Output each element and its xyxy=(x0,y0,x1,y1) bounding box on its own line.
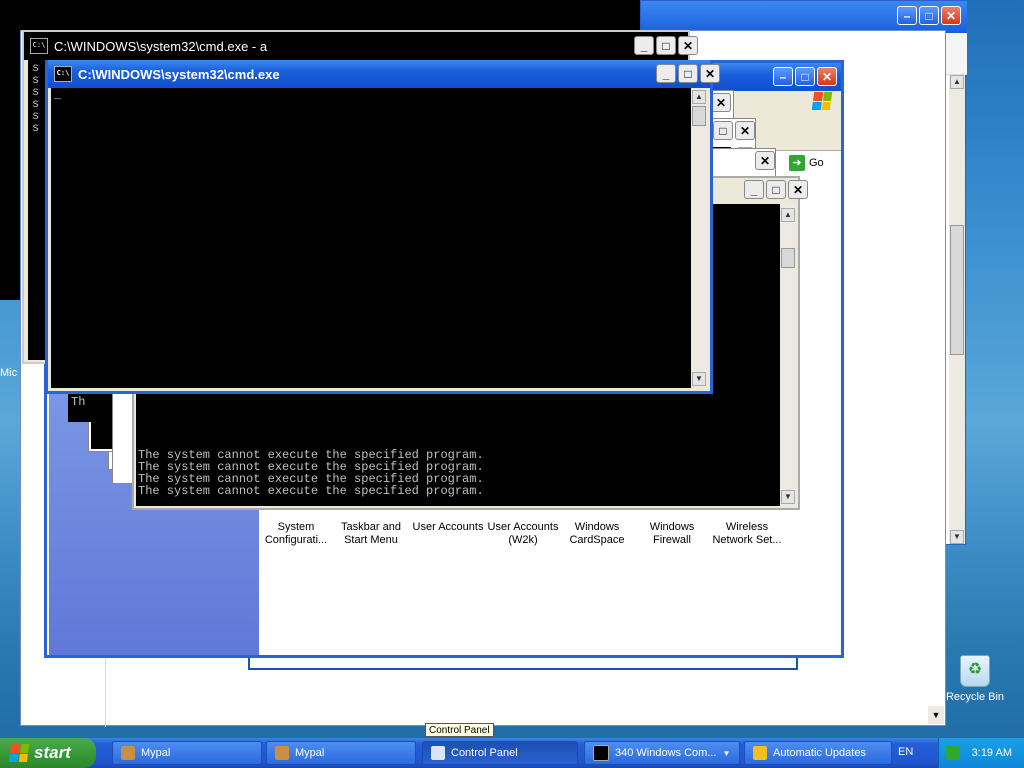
close-button[interactable]: ✕ xyxy=(700,64,720,83)
close-button[interactable]: ✕ xyxy=(678,36,698,55)
mypal-icon xyxy=(121,746,135,760)
cp-item-firewall[interactable]: Windows Firewall xyxy=(633,521,711,547)
close-button[interactable]: ✕ xyxy=(817,67,837,86)
taskbar-item-windows-command[interactable]: 340 Windows Com... ▼ xyxy=(584,741,740,765)
cp-item-cardspace[interactable]: Windows CardSpace xyxy=(558,521,636,547)
taskbar-item-mypal-1[interactable]: Mypal xyxy=(112,741,262,765)
maximize-button[interactable]: □ xyxy=(766,180,786,199)
close-button[interactable]: ✕ xyxy=(788,180,808,199)
desktop-icon-label[interactable]: Mic xyxy=(0,367,17,379)
recycle-bin-icon: ♻ xyxy=(960,655,990,687)
clock[interactable]: 3:19 AM xyxy=(972,747,1012,759)
system-tray: 3:19 AM xyxy=(938,738,1024,768)
windows-flag-icon xyxy=(8,744,30,762)
cp-item-wireless[interactable]: Wireless Network Set... xyxy=(708,521,786,547)
recycle-bin-label: Recycle Bin xyxy=(945,691,1005,703)
recycle-bin[interactable]: ♻ Recycle Bin xyxy=(942,655,1008,711)
cmd-icon: C:\ xyxy=(54,66,72,82)
scrollbar[interactable]: ▲ ▼ xyxy=(780,204,796,506)
control-panel-icon xyxy=(431,746,445,760)
scrollbar[interactable]: ▲ ▼ xyxy=(691,88,707,388)
updates-icon xyxy=(753,746,767,760)
go-button[interactable]: ➜ Go xyxy=(789,155,824,171)
mypal-icon xyxy=(275,746,289,760)
minimize-button[interactable]: – xyxy=(897,6,917,25)
maximize-button[interactable]: □ xyxy=(795,67,815,86)
cmd-window-front[interactable]: C:\ C:\WINDOWS\system32\cmd.exe _ □ ✕ _ … xyxy=(45,60,720,394)
minimize-button[interactable]: – xyxy=(773,67,793,86)
maximize-button[interactable]: □ xyxy=(678,64,698,83)
maximize-button[interactable]: □ xyxy=(713,121,733,140)
update-shield-icon[interactable] xyxy=(945,746,960,760)
cp-item-taskbar[interactable]: Taskbar and Start Menu xyxy=(332,521,410,547)
minimize-button[interactable]: _ xyxy=(744,180,764,199)
cursor: _ xyxy=(54,88,62,102)
browser-scrollbar[interactable]: ▲ ▼ xyxy=(949,75,965,544)
close-button[interactable]: ✕ xyxy=(941,6,961,25)
cmd-icon: C:\ xyxy=(30,38,48,54)
maximize-button[interactable]: □ xyxy=(919,6,939,25)
console-output[interactable]: _ xyxy=(51,88,691,388)
cp-item-user-accounts[interactable]: User Accounts xyxy=(409,521,487,534)
taskbar: start Mypal Mypal Control Panel 340 Wind… xyxy=(0,738,1024,768)
close-button[interactable]: ✕ xyxy=(711,93,731,112)
cmd-icon xyxy=(593,745,609,761)
taskbar-item-mypal-2[interactable]: Mypal xyxy=(266,741,416,765)
partial-console: Th xyxy=(68,392,108,422)
start-button[interactable]: start xyxy=(0,738,96,768)
minimize-button[interactable]: _ xyxy=(634,36,654,55)
window-title: C:\WINDOWS\system32\cmd.exe xyxy=(78,66,280,82)
go-arrow-icon: ➜ xyxy=(789,155,805,171)
taskbar-item-control-panel[interactable]: Control Panel xyxy=(422,741,578,765)
maximize-button[interactable]: □ xyxy=(656,36,676,55)
taskbar-item-automatic-updates[interactable]: Automatic Updates xyxy=(744,741,892,765)
taskbar-tooltip: Control Panel xyxy=(425,723,494,737)
browser-scrollbar-down[interactable]: ▼ xyxy=(928,706,944,724)
close-button[interactable]: ✕ xyxy=(735,121,755,140)
cp-item-system-configuration[interactable]: System Configurati... xyxy=(257,521,335,547)
chevron-down-icon: ▼ xyxy=(722,748,731,758)
windows-logo-icon xyxy=(811,92,835,112)
close-button[interactable]: ✕ xyxy=(755,151,775,170)
window-title: C:\WINDOWS\system32\cmd.exe - a xyxy=(54,38,268,54)
minimize-button[interactable]: _ xyxy=(656,64,676,83)
language-indicator[interactable]: EN xyxy=(898,746,913,758)
cp-item-user-accounts-w2k[interactable]: User Accounts (W2k) xyxy=(484,521,562,547)
